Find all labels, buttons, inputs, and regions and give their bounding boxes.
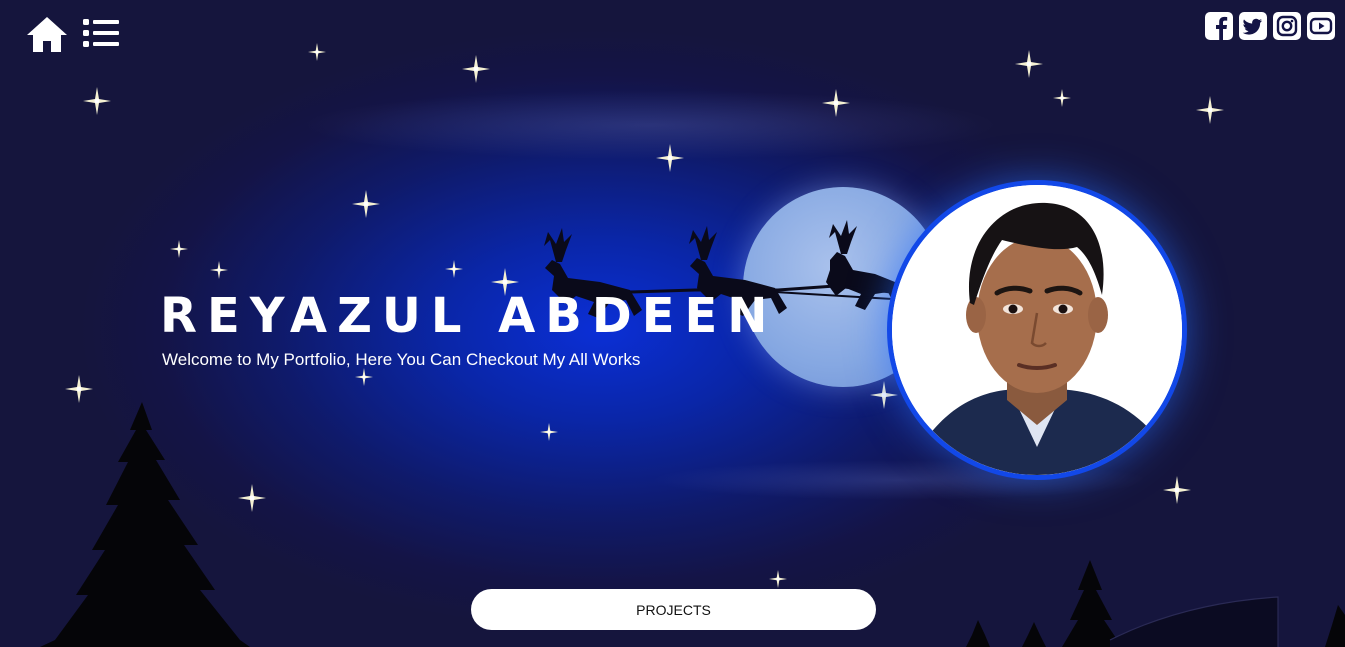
list-menu-icon[interactable] bbox=[83, 17, 119, 49]
hero-name: REYAZUL ABDEEN bbox=[160, 288, 778, 344]
top-navigation bbox=[0, 0, 1345, 70]
hero-tagline: Welcome to My Portfolio, Here You Can Ch… bbox=[162, 350, 641, 369]
home-icon[interactable] bbox=[26, 15, 68, 53]
instagram-icon[interactable] bbox=[1273, 12, 1301, 40]
facebook-icon[interactable] bbox=[1205, 12, 1233, 40]
youtube-icon[interactable] bbox=[1307, 12, 1335, 40]
twitter-icon[interactable] bbox=[1239, 12, 1267, 40]
projects-button[interactable]: PROJECTS bbox=[471, 589, 876, 630]
profile-photo bbox=[887, 180, 1187, 480]
